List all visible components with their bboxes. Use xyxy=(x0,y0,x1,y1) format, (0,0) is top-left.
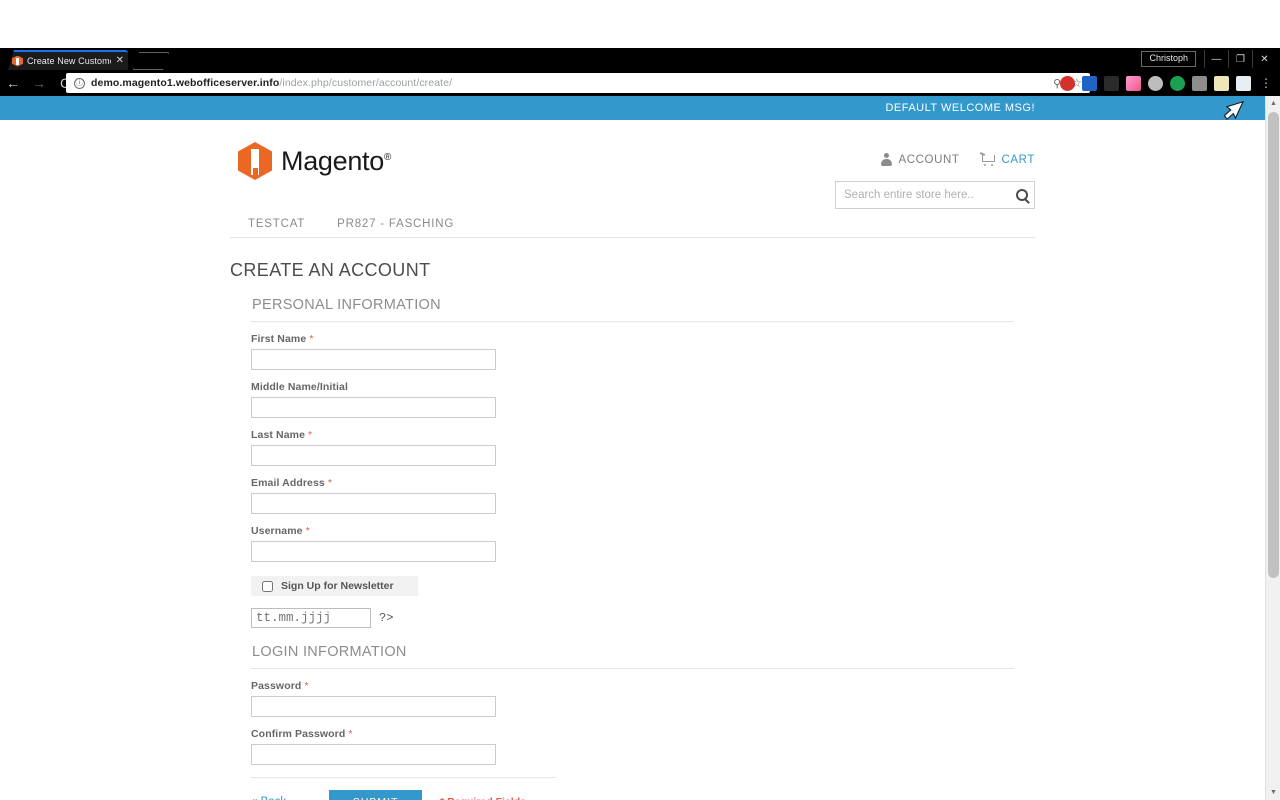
scrollbar-thumb[interactable] xyxy=(1268,112,1279,578)
history-extension-icon[interactable] xyxy=(1104,75,1119,91)
category-nav: TESTCAT PR827 - FASCHING xyxy=(230,210,1035,238)
page-scrollbar[interactable]: ▲ ▼ xyxy=(1265,96,1280,800)
color-picker-extension-icon[interactable] xyxy=(1126,75,1141,91)
personal-information-fieldset: PERSONAL INFORMATION First Name * Middle… xyxy=(251,281,1014,628)
url-host: demo.magento1.webofficeserver.info xyxy=(91,77,280,89)
first-name-label: First Name * xyxy=(251,333,314,345)
newsletter-label: Sign Up for Newsletter xyxy=(281,580,394,592)
site-header: Magento® ACCOUNT CART xyxy=(230,120,1035,210)
middle-name-label: Middle Name/Initial xyxy=(251,381,348,393)
field-middle-name: Middle Name/Initial xyxy=(251,370,1014,418)
required-marker: * xyxy=(348,728,353,740)
date-of-birth-row: ?> xyxy=(251,608,1014,628)
site-logo[interactable]: Magento® xyxy=(238,142,391,180)
address-bar[interactable]: ⓘ demo.magento1.webofficeserver.info/ind… xyxy=(66,73,1090,93)
scroll-up-arrow-icon[interactable]: ▲ xyxy=(1266,96,1280,111)
header-links: ACCOUNT CART xyxy=(881,152,1036,166)
puzzle-extension-icon[interactable] xyxy=(1214,75,1229,91)
welcome-message: DEFAULT WELCOME MSG! xyxy=(885,102,1035,114)
email-address-input[interactable] xyxy=(251,493,496,514)
date-of-birth-input[interactable] xyxy=(251,608,371,628)
nav-item-pr827-fasching[interactable]: PR827 - FASCHING xyxy=(337,218,454,230)
newsletter-checkbox[interactable] xyxy=(262,580,273,592)
tab-strip xyxy=(0,48,1280,70)
back-icon[interactable]: ← xyxy=(0,70,26,96)
page-viewport: DEFAULT WELCOME MSG! Magento® ACCOUNT CA… xyxy=(0,96,1280,800)
adblock-extension-icon[interactable] xyxy=(1060,75,1075,91)
profile-chip[interactable]: Christoph xyxy=(1141,51,1196,67)
first-name-input[interactable] xyxy=(251,349,496,370)
close-tab-icon[interactable]: ✕ xyxy=(116,56,124,66)
person-icon xyxy=(881,153,893,166)
password-input[interactable] xyxy=(251,696,496,717)
close-window-button[interactable]: ✕ xyxy=(1252,50,1276,68)
login-information-legend: LOGIN INFORMATION xyxy=(251,628,1014,669)
back-link[interactable]: « Back xyxy=(251,796,286,800)
confirm-password-label: Confirm Password * xyxy=(251,728,353,740)
username-label: Username * xyxy=(251,525,310,537)
newsletter-signup-row[interactable]: Sign Up for Newsletter xyxy=(251,576,418,596)
field-confirm-password: Confirm Password * xyxy=(251,717,1014,765)
page-wrap: Magento® ACCOUNT CART Search entire stor… xyxy=(0,120,1265,800)
scroll-down-arrow-icon[interactable]: ▼ xyxy=(1266,785,1280,800)
grey-circle-extension-icon[interactable] xyxy=(1148,75,1163,91)
welcome-bar: DEFAULT WELCOME MSG! xyxy=(0,96,1265,120)
required-marker: * xyxy=(305,525,310,537)
tab-title: Create New Customer Ac xyxy=(27,56,111,66)
confirm-password-input[interactable] xyxy=(251,744,496,765)
window-controls: Christoph — ❐ ✕ xyxy=(1141,50,1276,68)
logo-trademark: ® xyxy=(383,151,392,163)
username-input[interactable] xyxy=(251,541,496,562)
green-dot-extension-icon[interactable] xyxy=(1170,75,1185,91)
cart-link-label: CART xyxy=(1001,153,1035,166)
main-content: CREATE AN ACCOUNT PERSONAL INFORMATION F… xyxy=(230,238,1035,800)
account-link[interactable]: ACCOUNT xyxy=(881,153,959,166)
required-marker: * xyxy=(308,429,313,441)
maximize-button[interactable]: ❐ xyxy=(1228,50,1252,68)
cart-link[interactable]: CART xyxy=(979,152,1036,166)
magento-logo-icon xyxy=(238,142,272,180)
stray-php-tag-text: ?> xyxy=(379,611,394,625)
cart-icon xyxy=(979,152,996,166)
browser-tab[interactable]: Create New Customer Ac ✕ xyxy=(8,50,128,70)
last-name-label: Last Name * xyxy=(251,429,313,441)
bitwarden-extension-icon[interactable] xyxy=(1082,75,1097,91)
logo-wordmark: Magento® xyxy=(281,145,392,176)
field-password: Password * xyxy=(251,669,1014,717)
required-marker: * xyxy=(309,333,314,345)
submit-button[interactable]: SUBMIT xyxy=(329,790,423,800)
search-box[interactable] xyxy=(835,181,1035,209)
field-username: Username * xyxy=(251,514,1014,562)
search-input[interactable] xyxy=(844,189,1016,201)
required-marker: * xyxy=(327,477,333,489)
site-info-icon[interactable]: ⓘ xyxy=(74,77,85,89)
required-marker: * xyxy=(304,680,309,692)
screenshot-extension-icon[interactable] xyxy=(1192,75,1207,91)
form-actions: « Back SUBMIT * Required Fields xyxy=(251,777,556,800)
required-fields-note: * Required Fields xyxy=(440,796,526,800)
url-path: /index.php/customer/account/create/ xyxy=(279,77,453,89)
login-information-fieldset: LOGIN INFORMATION Password * Confirm Pas… xyxy=(251,628,1014,765)
password-label: Password * xyxy=(251,680,309,692)
field-last-name: Last Name * xyxy=(251,418,1014,466)
new-tab-button[interactable] xyxy=(133,52,169,70)
personal-information-legend: PERSONAL INFORMATION xyxy=(251,281,1014,322)
magento-favicon-icon xyxy=(12,55,23,67)
search-icon[interactable] xyxy=(1016,189,1028,201)
extensions-tray: ⋮ xyxy=(1060,72,1272,94)
nav-item-testcat[interactable]: TESTCAT xyxy=(248,218,305,230)
middle-name-input[interactable] xyxy=(251,397,496,418)
browser-window: Create New Customer Ac ✕ Christoph — ❐ ✕… xyxy=(0,0,1280,800)
account-link-label: ACCOUNT xyxy=(898,153,960,166)
page-title: CREATE AN ACCOUNT xyxy=(230,260,431,280)
email-address-label: Email Address * xyxy=(251,477,333,489)
checkered-extension-icon[interactable] xyxy=(1236,75,1251,91)
forward-icon[interactable]: → xyxy=(26,70,52,96)
last-name-input[interactable] xyxy=(251,445,496,466)
field-first-name: First Name * xyxy=(251,322,1014,370)
minimize-button[interactable]: — xyxy=(1204,50,1228,68)
field-email-address: Email Address * xyxy=(251,466,1014,514)
browser-menu-icon[interactable]: ⋮ xyxy=(1260,77,1272,89)
address-bar-url: demo.magento1.webofficeserver.info/index… xyxy=(91,77,452,89)
